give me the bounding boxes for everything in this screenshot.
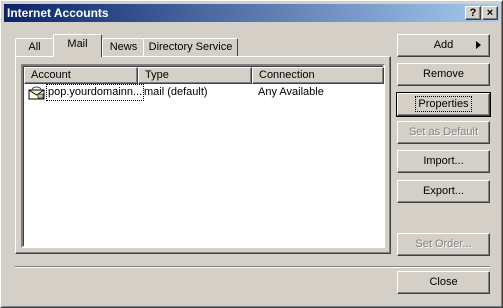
internet-accounts-dialog: Internet Accounts ? × All Mail News Dire… [0,0,503,308]
export-button[interactable]: Export... [397,180,490,203]
properties-button[interactable]: Properties [396,92,491,117]
tab-all[interactable]: All [15,38,54,56]
account-cell: pop.yourdomainn... [26,84,159,101]
remove-button[interactable]: Remove [397,63,490,86]
window-title: Internet Accounts [7,6,109,20]
type-cell: mail (default) [144,86,208,98]
connection-cell: Any Available [258,86,324,98]
close-window-button[interactable]: × [482,6,498,20]
title-bar[interactable]: Internet Accounts ? × [4,4,499,22]
column-header-type[interactable]: Type [138,67,252,84]
add-button[interactable]: Add [397,34,490,57]
column-header-account[interactable]: Account [24,67,138,84]
close-button[interactable]: Close [397,271,490,294]
arrow-right-icon [476,41,481,49]
separator-highlight [15,267,490,268]
accounts-list[interactable]: Account Type Connection pop.yourdomainn.… [21,64,385,248]
tab-news[interactable]: News [102,38,145,56]
properties-button-label: Properties [415,96,472,112]
tab-mail[interactable]: Mail [53,34,102,57]
mail-account-icon [28,86,45,100]
list-header: Account Type Connection [24,67,384,84]
account-name: pop.yourdomainn... [46,84,145,101]
help-button[interactable]: ? [465,6,481,20]
table-row[interactable]: pop.yourdomainn... mail (default) Any Av… [24,84,382,101]
set-order-button[interactable]: Set Order... [397,233,490,256]
column-header-connection[interactable]: Connection [252,67,384,84]
import-button[interactable]: Import... [397,150,490,173]
tab-directory-service[interactable]: Directory Service [143,38,238,56]
set-as-default-button[interactable]: Set as Default [397,121,490,144]
add-button-label: Add [433,39,454,51]
